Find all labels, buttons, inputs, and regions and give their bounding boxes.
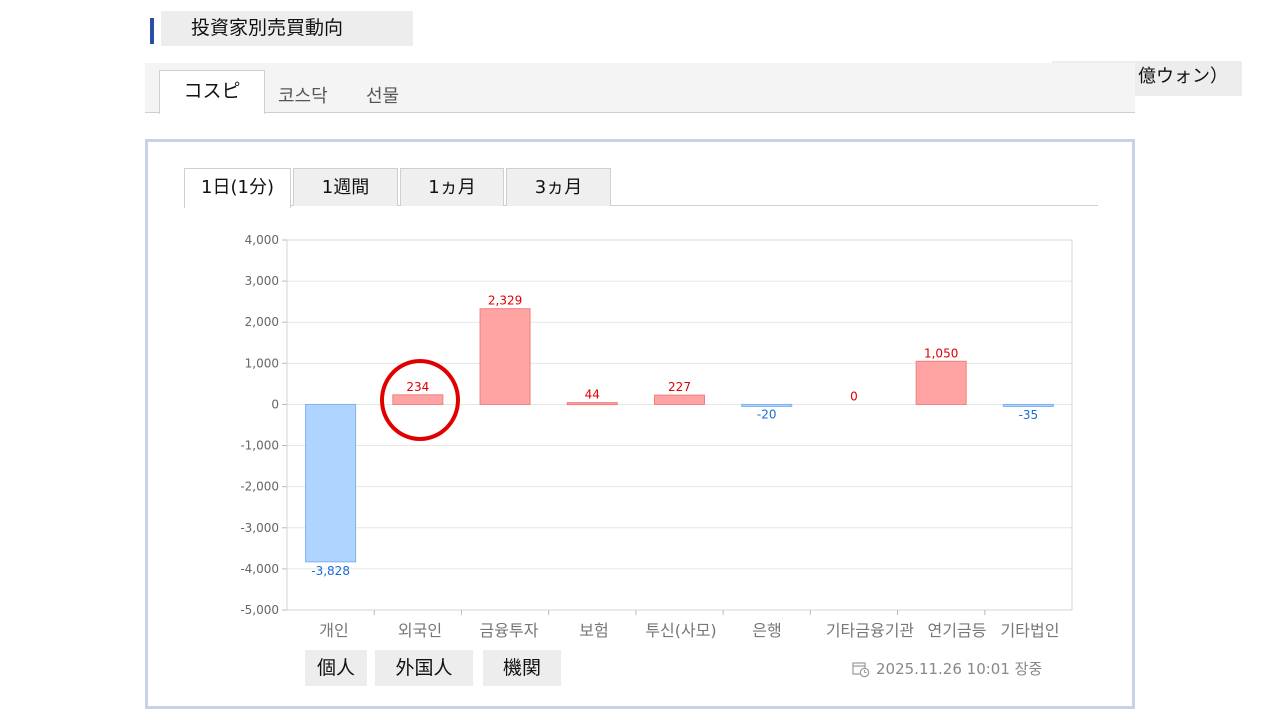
investor-label-institution: 機関 xyxy=(483,650,561,686)
x-tick-label: 개인 xyxy=(319,621,348,640)
y-tick-label: -2,000 xyxy=(240,480,279,494)
data-label: 44 xyxy=(585,388,600,402)
timestamp-text: 2025.11.26 10:01 장중 xyxy=(876,660,1043,678)
bar xyxy=(479,308,531,405)
bar xyxy=(1002,403,1054,407)
x-tick-label: 연기금등 xyxy=(928,621,987,640)
data-label: 0 xyxy=(850,389,858,403)
bar xyxy=(654,394,705,405)
y-tick-label: 0 xyxy=(271,397,279,411)
x-tick-label: 투신(사모) xyxy=(645,621,716,640)
y-tick-label: -1,000 xyxy=(240,439,279,453)
data-label: 1,050 xyxy=(924,346,958,360)
highlight-circle xyxy=(380,359,460,441)
data-label: -20 xyxy=(757,407,777,421)
calendar-clock-icon xyxy=(852,661,870,677)
investor-label-foreign: 外国人 xyxy=(375,650,473,686)
bar xyxy=(741,403,793,407)
y-tick-label: 4,000 xyxy=(245,233,279,247)
x-tick-label: 기타금융기관 xyxy=(826,621,915,640)
timestamp: 2025.11.26 10:01 장중 xyxy=(852,658,1042,679)
bar xyxy=(566,402,618,406)
y-tick-label: 1,000 xyxy=(245,356,279,370)
bar xyxy=(305,403,357,563)
y-tick-label: -3,000 xyxy=(240,521,279,535)
x-tick-label: 금융투자 xyxy=(480,621,539,640)
data-label: -35 xyxy=(1019,408,1039,422)
data-label: 227 xyxy=(668,380,691,394)
y-tick-label: -5,000 xyxy=(240,603,279,617)
x-tick-label: 외국인 xyxy=(398,621,442,640)
x-tick-label: 은행 xyxy=(752,621,781,640)
y-tick-label: 3,000 xyxy=(245,274,279,288)
bar-chart: 4,000 3,000 2,000 1,000 0 -1,000 -2,000 -3,000 -… xyxy=(240,233,1073,640)
y-tick-label: -4,000 xyxy=(240,562,279,576)
x-tick-label: 기타법인 xyxy=(1001,621,1060,640)
x-tick-label: 보험 xyxy=(579,621,608,640)
data-label: -3,828 xyxy=(311,564,350,578)
bar xyxy=(915,360,967,405)
investor-label-individual: 個人 xyxy=(305,650,367,686)
y-tick-label: 2,000 xyxy=(245,315,279,329)
data-label: 2,329 xyxy=(488,294,522,308)
